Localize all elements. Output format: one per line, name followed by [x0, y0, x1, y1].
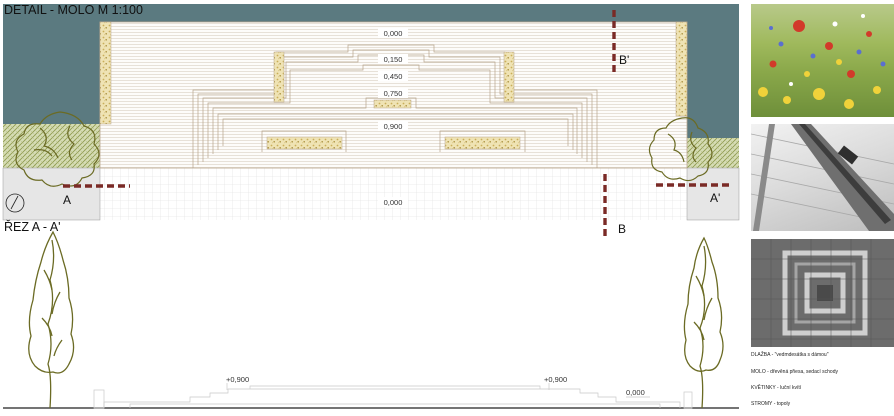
- legend-trees: STROMY - topoly: [751, 401, 791, 407]
- level-label-450: 0,450: [384, 72, 403, 81]
- photo-paving: [751, 239, 894, 347]
- section-title: ŘEZ A - A': [4, 220, 61, 234]
- poplar-tree-left: [28, 230, 75, 409]
- poplar-tree-right: [683, 236, 724, 409]
- legend-paving: DLAŽBA - "vedmdesátka s dámou": [751, 352, 829, 358]
- level-label-150: 0,150: [384, 55, 403, 64]
- level-label-top: 0,000: [384, 29, 403, 38]
- cut-label-a-prime: A': [710, 191, 720, 205]
- cut-label-b-prime: B': [619, 53, 629, 67]
- lawn-left: [3, 124, 100, 170]
- gravel-planter-4: [266, 136, 343, 150]
- section-level-right: +0,900: [544, 375, 567, 384]
- gravel-planter-3: [373, 99, 412, 109]
- section-level-left: +0,900: [226, 375, 249, 384]
- photo-wildflowers: [751, 4, 894, 117]
- section-view: +0,900 +0,900 0,000: [3, 230, 739, 409]
- gravel-planter-2: [503, 51, 515, 103]
- legend-pier: MOLO - dřevěná přiesa, sedací schody: [751, 369, 838, 375]
- photo-pier-detail: [751, 124, 894, 231]
- detail-title: DETAIL - MOLO M 1:100: [4, 3, 143, 17]
- legend-flowers: KVĚTINKY - luční kvítí: [751, 385, 802, 391]
- level-label-bottom: 0,000: [384, 198, 403, 207]
- drawing-sheet: 0,000 0,150 0,450 0,750 0,900 0,000 A A'…: [0, 0, 894, 411]
- cut-label-b: B: [618, 222, 626, 236]
- gravel-strip-left: [99, 21, 112, 125]
- section-level-ground: 0,000: [626, 388, 645, 397]
- level-label-900: 0,900: [384, 122, 403, 131]
- level-label-750: 0,750: [384, 89, 403, 98]
- lawn-right: [687, 138, 739, 170]
- gravel-planter-1: [273, 51, 285, 103]
- cut-label-a: A: [63, 193, 71, 207]
- gravel-planter-5: [444, 136, 521, 150]
- paving-area: [3, 168, 739, 220]
- gravel-strip-right: [675, 21, 688, 117]
